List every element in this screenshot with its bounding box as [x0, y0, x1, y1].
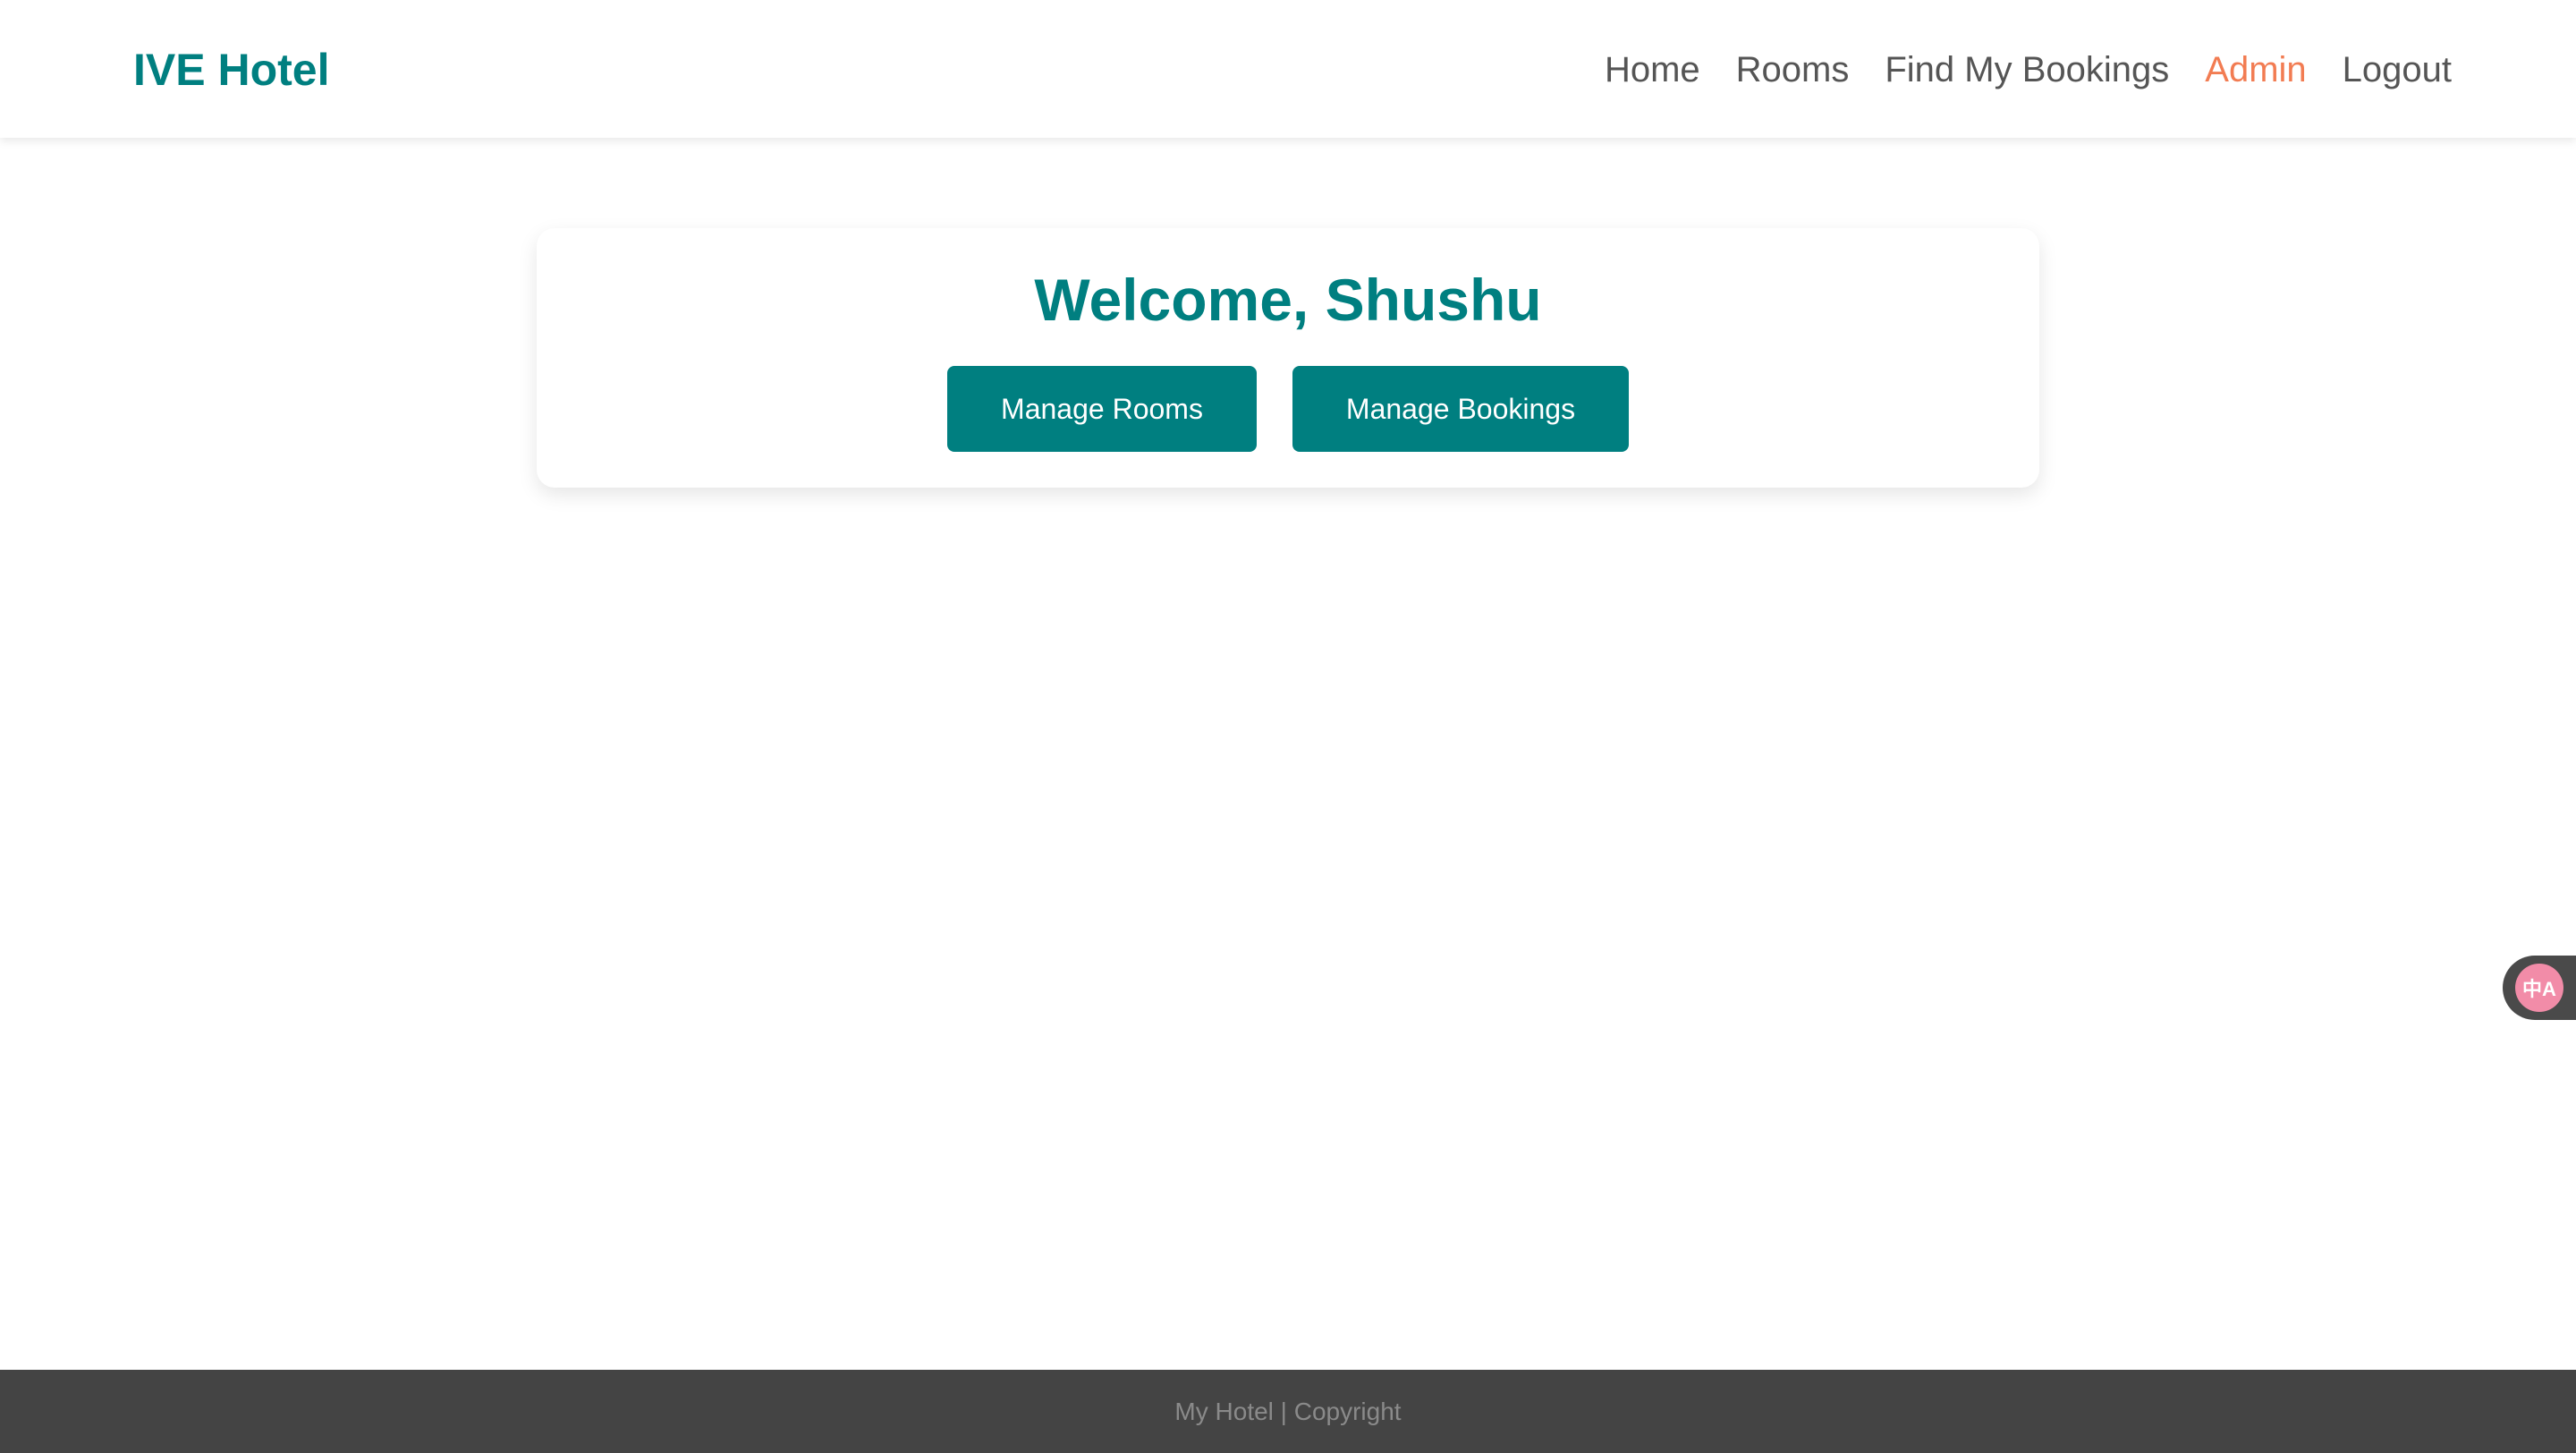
brand-logo[interactable]: IVE Hotel	[133, 43, 329, 97]
welcome-card: Welcome, Shushu Manage Rooms Manage Book…	[537, 228, 2039, 488]
nav-admin-link[interactable]: Admin	[2205, 43, 2306, 97]
nav-rooms-link[interactable]: Rooms	[1736, 43, 1850, 97]
translate-icon[interactable]: 中A	[2515, 964, 2563, 1012]
manage-bookings-button[interactable]: Manage Bookings	[1292, 366, 1629, 452]
page: IVE Hotel Home Rooms Find My Bookings Ad…	[0, 0, 2576, 1453]
main-nav: Home Rooms Find My Bookings Admin Logout	[1605, 43, 2452, 97]
footer: My Hotel | Copyright	[0, 1370, 2576, 1453]
top-navbar: IVE Hotel Home Rooms Find My Bookings Ad…	[0, 0, 2576, 138]
nav-find-bookings-link[interactable]: Find My Bookings	[1885, 43, 2169, 97]
admin-actions: Manage Rooms Manage Bookings	[537, 366, 2039, 452]
nav-home-link[interactable]: Home	[1605, 43, 1700, 97]
manage-rooms-button[interactable]: Manage Rooms	[947, 366, 1257, 452]
translate-widget[interactable]: 中A	[2503, 956, 2576, 1020]
welcome-title: Welcome, Shushu	[1034, 267, 1542, 333]
footer-copyright: My Hotel | Copyright	[1174, 1398, 1402, 1425]
nav-logout-link[interactable]: Logout	[2343, 43, 2452, 97]
